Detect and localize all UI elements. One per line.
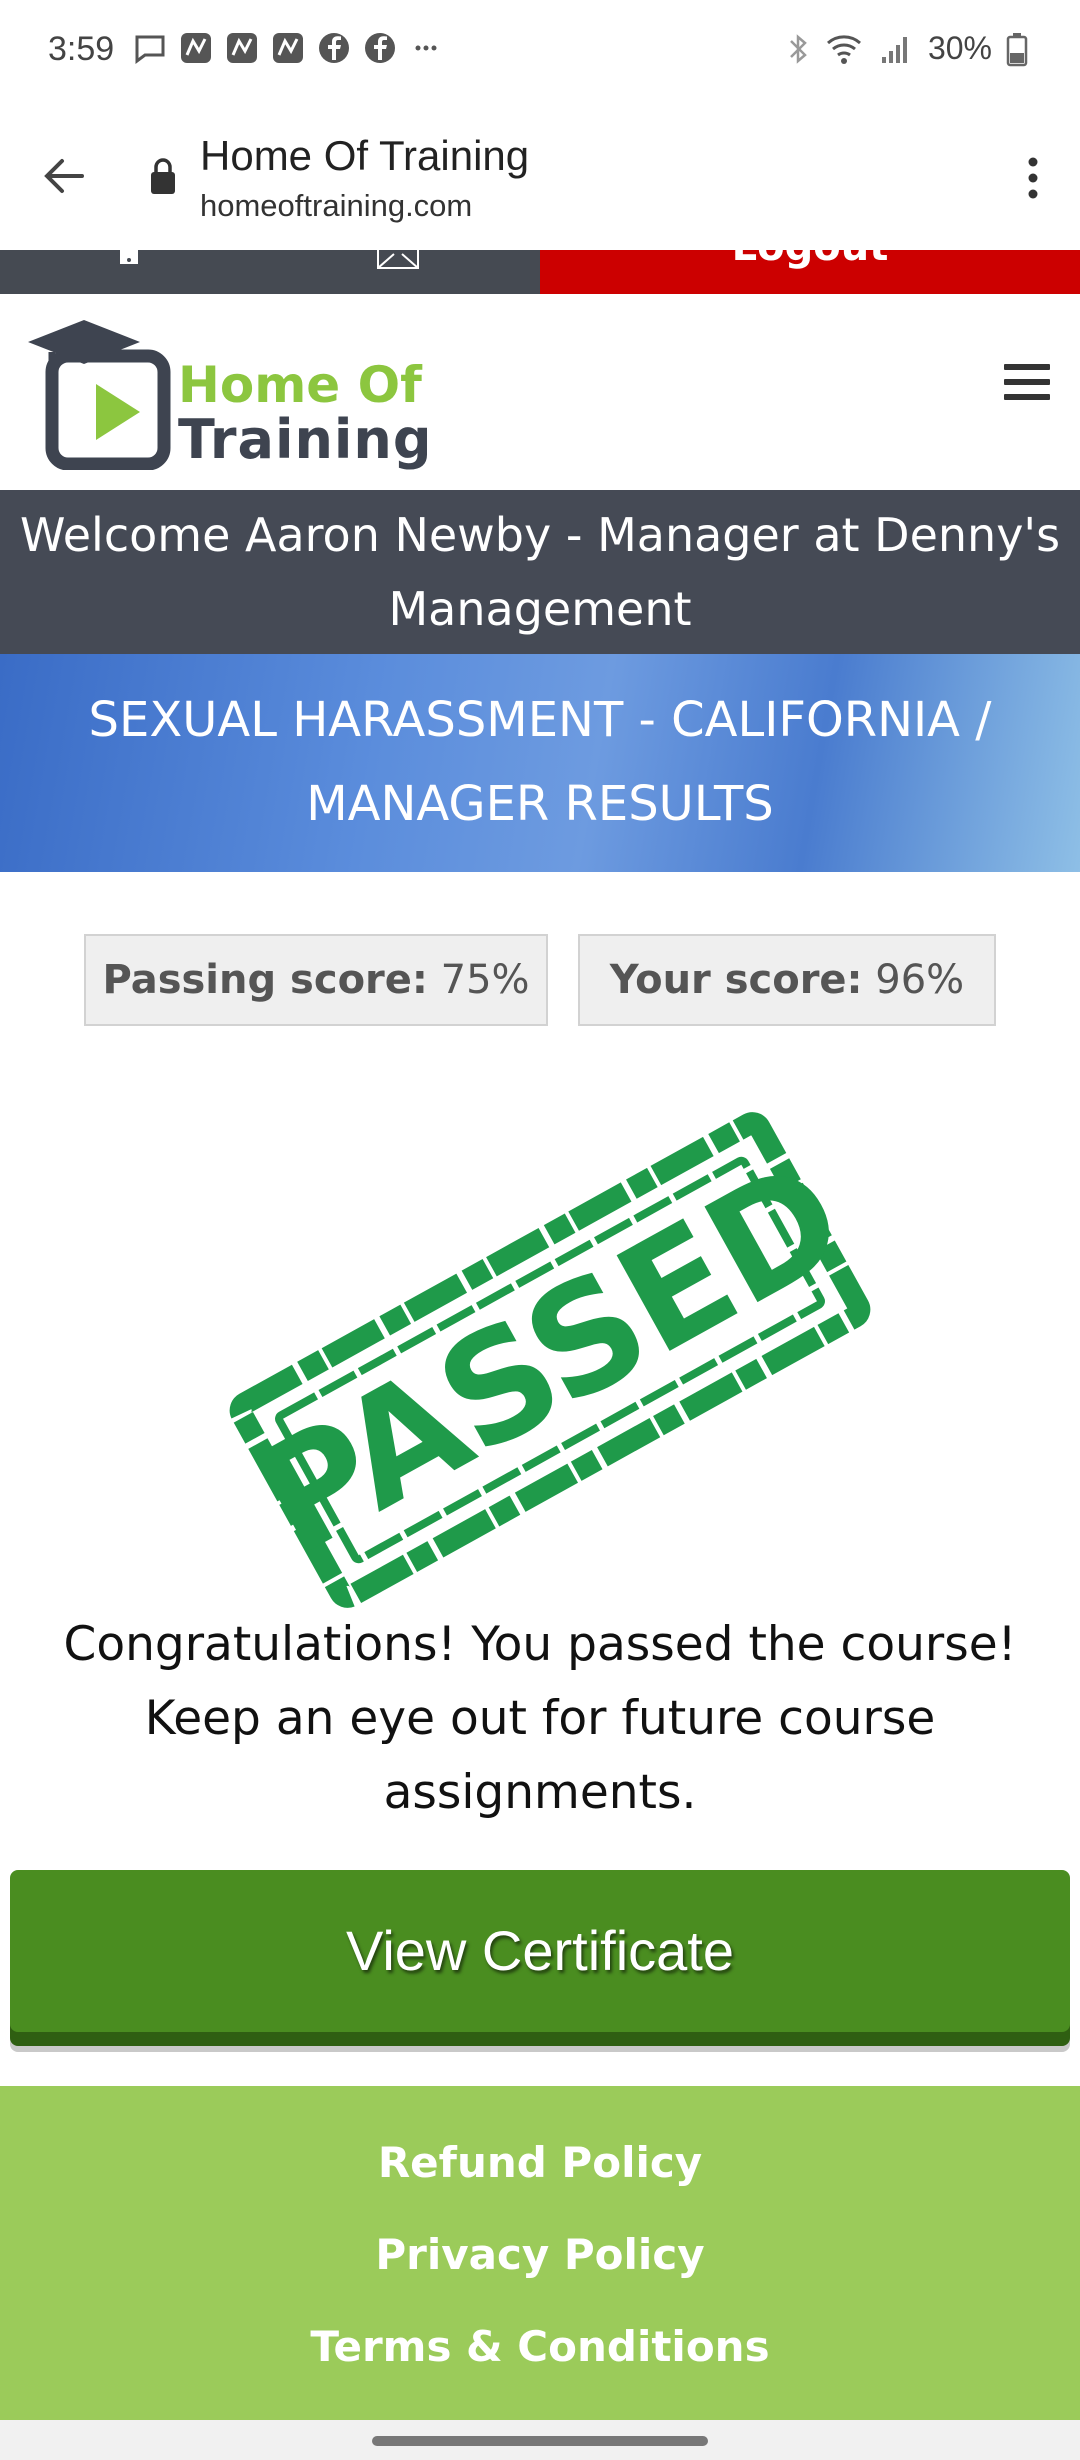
battery-percent: 30% xyxy=(927,30,992,66)
hamburger-menu-icon[interactable] xyxy=(1004,364,1050,408)
bluetooth-icon xyxy=(790,33,807,64)
mail-icon[interactable] xyxy=(376,250,420,272)
passing-score-value: 75% xyxy=(440,957,530,1003)
app-icon xyxy=(227,33,257,63)
passing-score-label: Passing score: xyxy=(102,957,428,1003)
refund-policy-link[interactable]: Refund Policy xyxy=(0,2138,1080,2187)
logout-button[interactable]: Logout xyxy=(540,250,1080,294)
back-arrow-icon[interactable] xyxy=(36,148,92,204)
your-score-box: Your score: 96% xyxy=(578,934,996,1026)
congratulations-message: Congratulations! You passed the course! … xyxy=(63,1617,1017,1820)
passing-score-box: Passing score: 75% xyxy=(84,934,548,1026)
home-gesture-handle[interactable] xyxy=(372,2436,708,2446)
more-icon xyxy=(415,45,437,51)
battery-icon xyxy=(1006,32,1028,66)
system-icons: 30% xyxy=(786,30,1028,67)
browser-toolbar: Home Of Training homeoftraining.com xyxy=(0,104,1080,250)
privacy-policy-link[interactable]: Privacy Policy xyxy=(0,2230,1080,2279)
system-nav-bar xyxy=(0,2420,1080,2460)
app-icon xyxy=(273,33,303,63)
site-footer: Refund Policy Privacy Policy Terms & Con… xyxy=(0,2086,1080,2420)
status-bar: 3:59 30% xyxy=(0,0,1080,104)
course-title: SEXUAL HARASSMENT - CALIFORNIA / MANAGER… xyxy=(0,654,1080,872)
hamburger-line xyxy=(1004,364,1050,370)
passed-stamp: PASSED xyxy=(229,1112,871,1608)
site-header: Home Of Training xyxy=(0,294,1080,490)
hamburger-line xyxy=(1004,394,1050,400)
welcome-banner: Welcome Aaron Newby - Manager at Denny's… xyxy=(0,490,1080,654)
signal-icon xyxy=(881,36,907,63)
message-icon xyxy=(135,35,165,64)
phone-icon[interactable] xyxy=(116,250,142,270)
home-of-training-logo[interactable]: Home Of Training xyxy=(28,320,448,471)
url-text[interactable]: homeoftraining.com xyxy=(200,188,472,224)
facebook-icon xyxy=(365,33,395,63)
your-score-value: 96% xyxy=(875,957,965,1003)
wifi-icon xyxy=(826,34,861,64)
lock-icon xyxy=(151,158,175,194)
page-title[interactable]: Home Of Training xyxy=(200,132,529,180)
logo-graduation-cap-icon xyxy=(28,320,171,470)
logo-text-training: Training xyxy=(178,408,433,471)
status-time: 3:59 xyxy=(48,30,115,68)
app-icon xyxy=(181,33,211,63)
facebook-icon xyxy=(319,33,349,63)
logo-text-home-of: Home Of xyxy=(178,356,422,414)
more-vert-icon[interactable] xyxy=(1018,150,1048,206)
notification-icons xyxy=(132,30,444,66)
your-score-label: Your score: xyxy=(609,957,863,1003)
hamburger-line xyxy=(1004,379,1050,385)
logout-label[interactable]: Logout xyxy=(540,250,1080,270)
top-strip: Logout xyxy=(0,250,1080,294)
contact-strip xyxy=(0,250,540,294)
view-certificate-button[interactable]: View Certificate xyxy=(10,1870,1070,2032)
terms-conditions-link[interactable]: Terms & Conditions xyxy=(0,2322,1080,2371)
